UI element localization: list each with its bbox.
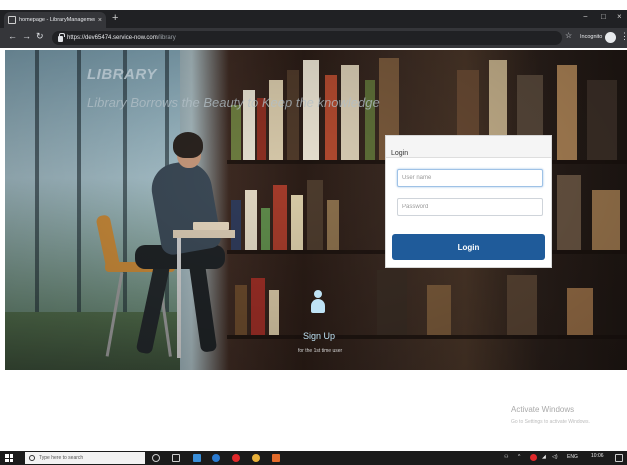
username-input[interactable] bbox=[397, 169, 543, 187]
lock-icon bbox=[58, 33, 65, 42]
taskbar-search-placeholder: Type here to search bbox=[39, 455, 84, 461]
maximize-icon[interactable]: □ bbox=[601, 13, 606, 21]
signup-link[interactable]: Sign Up bbox=[303, 331, 335, 341]
edge-icon[interactable] bbox=[212, 454, 220, 462]
address-bar[interactable]: https://dev65474.service-now.com/library bbox=[52, 31, 562, 45]
taskbar-search[interactable]: Type here to search bbox=[25, 452, 145, 464]
incognito-label: Incognito bbox=[580, 34, 603, 40]
tab-title: homepage - LibraryManagement bbox=[19, 17, 95, 23]
page-icon bbox=[8, 16, 16, 24]
tab-close-icon[interactable]: × bbox=[98, 17, 102, 24]
app-icon[interactable] bbox=[272, 454, 280, 462]
store-icon[interactable] bbox=[193, 454, 201, 462]
page-title: LIBRARY bbox=[87, 66, 157, 83]
user-icon-head bbox=[314, 290, 322, 298]
incognito-icon[interactable] bbox=[605, 32, 616, 43]
login-button[interactable]: Login bbox=[392, 234, 545, 260]
activation-subtitle: Go to Settings to activate Windows. bbox=[511, 419, 590, 425]
forward-icon[interactable]: → bbox=[22, 32, 31, 41]
user-icon[interactable] bbox=[310, 290, 326, 314]
reload-icon[interactable]: ↻ bbox=[36, 32, 44, 41]
activation-title: Activate Windows bbox=[511, 405, 575, 414]
login-panel: Login Login bbox=[385, 135, 552, 268]
network-icon[interactable]: ◢ bbox=[542, 454, 546, 460]
browser-menu-icon[interactable]: ⋮ bbox=[620, 32, 627, 41]
people-icon[interactable]: ⚇ bbox=[504, 454, 508, 460]
opera-tray-icon[interactable] bbox=[530, 454, 537, 461]
tagline: Library Borrows the Beauty to Keep the k… bbox=[87, 95, 380, 110]
volume-icon[interactable]: ◁) bbox=[552, 454, 558, 460]
browser-tab[interactable]: homepage - LibraryManagement × bbox=[4, 12, 106, 28]
url-text: https://dev65474.service-now.com/library bbox=[67, 35, 176, 41]
taskbar: Type here to search ⚇ ^ ◢ ◁) ENG 10:06 bbox=[0, 451, 627, 465]
login-panel-header: Login bbox=[386, 136, 551, 158]
top-margin bbox=[0, 0, 627, 10]
close-window-icon[interactable]: × bbox=[617, 13, 622, 21]
chrome-icon[interactable] bbox=[252, 454, 260, 462]
user-icon-body bbox=[311, 299, 325, 313]
back-icon[interactable]: ← bbox=[8, 32, 17, 41]
minimize-icon[interactable]: − bbox=[583, 13, 588, 21]
opera-icon[interactable] bbox=[232, 454, 240, 462]
clock[interactable]: 10:06 bbox=[591, 453, 604, 459]
language-indicator[interactable]: ENG bbox=[567, 454, 578, 460]
new-tab-button[interactable]: + bbox=[112, 13, 118, 24]
password-input[interactable] bbox=[397, 198, 543, 216]
browser-tab-strip: homepage - LibraryManagement × + − □ × bbox=[0, 10, 627, 28]
signup-note: for the 1st time user bbox=[298, 348, 343, 354]
microphone-icon[interactable] bbox=[152, 454, 160, 462]
login-heading: Login bbox=[391, 150, 409, 157]
tray-chevron-icon[interactable]: ^ bbox=[518, 454, 520, 460]
notifications-icon[interactable] bbox=[615, 454, 623, 462]
search-icon bbox=[29, 455, 35, 461]
bookmark-star-icon[interactable]: ☆ bbox=[565, 32, 572, 40]
task-view-icon[interactable] bbox=[172, 454, 180, 462]
url-path: /library bbox=[157, 35, 176, 41]
windows-start-icon[interactable] bbox=[5, 454, 13, 462]
browser-toolbar: ← → ↻ https://dev65474.service-now.com/l… bbox=[0, 28, 627, 48]
screen: homepage - LibraryManagement × + − □ × ←… bbox=[0, 0, 627, 465]
url-host: https://dev65474.service-now.com bbox=[67, 35, 158, 41]
